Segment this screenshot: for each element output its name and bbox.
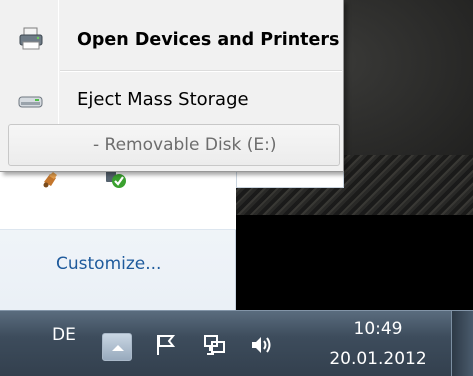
taskbar: DE 10:49 20.01.2012 xyxy=(0,310,473,376)
menu-item-removable-disk[interactable]: - Removable Disk (E:) xyxy=(8,124,340,166)
chevron-up-icon xyxy=(112,345,124,351)
network-icon[interactable] xyxy=(203,333,227,357)
clock-time: 10:49 xyxy=(353,319,403,339)
clock-date: 20.01.2012 xyxy=(329,349,427,369)
menu-item-open-devices-and-printers[interactable]: Open Devices and Printers xyxy=(0,16,344,64)
volume-icon[interactable] xyxy=(249,333,273,357)
menu-item-label: Eject Mass Storage xyxy=(77,88,249,110)
wallpaper-dark-area xyxy=(236,215,473,310)
show-hidden-icons-button[interactable] xyxy=(102,333,132,361)
printer-icon xyxy=(18,26,44,52)
eject-context-menu: Open Devices and Printers Eject Mass Sto… xyxy=(0,0,344,172)
customize-link[interactable]: Customize... xyxy=(56,254,161,274)
menu-item-label: - Removable Disk (E:) xyxy=(93,135,277,155)
show-desktop-button[interactable] xyxy=(451,311,473,376)
language-indicator[interactable]: DE xyxy=(52,325,76,345)
menu-item-label: Open Devices and Printers xyxy=(77,30,340,50)
menu-separator xyxy=(60,70,342,72)
notification-overflow-flyout: Customize... xyxy=(0,150,236,310)
menu-item-eject-mass-storage[interactable]: Eject Mass Storage xyxy=(0,75,344,123)
drive-icon xyxy=(18,92,44,118)
system-clock[interactable]: 10:49 20.01.2012 xyxy=(316,319,440,369)
action-center-flag-icon[interactable] xyxy=(154,333,178,357)
